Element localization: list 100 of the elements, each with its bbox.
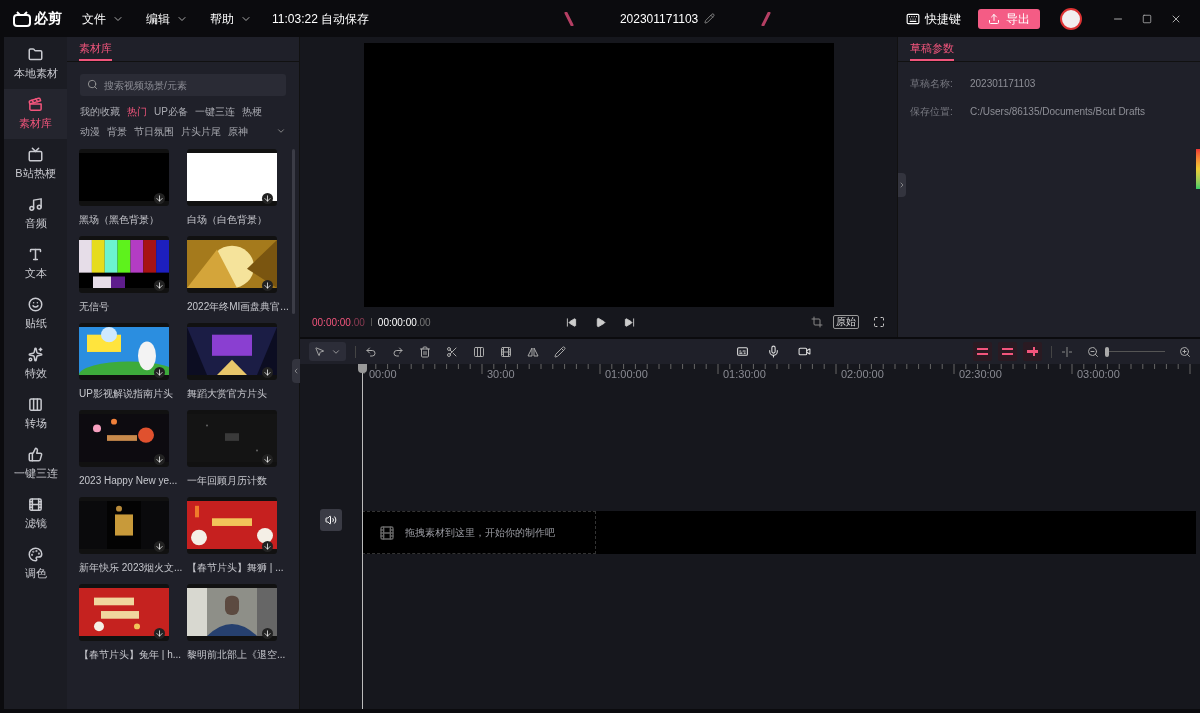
category-tab[interactable]: 原神: [228, 124, 248, 139]
track-tool-button[interactable]: [998, 342, 1017, 361]
text-icon: [28, 246, 43, 262]
pin-icon[interactable]: [554, 345, 566, 358]
camera-icon[interactable]: [798, 345, 811, 358]
next-icon[interactable]: [624, 316, 636, 328]
sparkle-icon: [28, 346, 43, 362]
sidebar-item[interactable]: 本地素材: [4, 39, 67, 89]
category-tab[interactable]: 节日氛围: [134, 124, 174, 139]
redo-icon[interactable]: [392, 345, 404, 358]
replace-icon[interactable]: [500, 345, 512, 358]
sidebar-item[interactable]: 贴纸: [4, 289, 67, 339]
library-tab[interactable]: 素材库: [79, 39, 112, 61]
sticker-icon: [28, 296, 43, 312]
sidebar-item[interactable]: 素材库: [4, 89, 67, 139]
film-reel-icon: [28, 96, 43, 112]
play-icon[interactable]: [595, 316, 607, 328]
menu-button[interactable]: 文件: [82, 9, 124, 28]
item-title: 舞蹈大赏官方片头: [187, 387, 268, 401]
category-tab[interactable]: 我的收藏: [80, 104, 120, 119]
split-icon[interactable]: [473, 345, 485, 358]
download-icon[interactable]: [262, 628, 273, 639]
item-title: 一年回顾月历计数: [187, 474, 268, 488]
ruler-time: 00:00: [368, 367, 398, 382]
item-title: 【春节片头】舞狮 | ...: [187, 561, 285, 575]
slash-decoration-icon: [761, 11, 772, 26]
download-icon[interactable]: [154, 193, 165, 204]
fullscreen-icon[interactable]: [873, 316, 885, 328]
category-tab[interactable]: 热门: [127, 104, 147, 119]
menu-button[interactable]: 帮助: [210, 9, 252, 28]
item-title: 无信号: [79, 300, 110, 314]
item-title: 黑场（黑色背景）: [79, 213, 160, 227]
download-icon[interactable]: [154, 628, 165, 639]
item-title: 【春节片头】兔年 | h...: [79, 648, 183, 662]
ruler-time: 01:30:00: [722, 367, 767, 382]
zoom-in-icon[interactable]: [1179, 345, 1191, 358]
previous-icon[interactable]: [566, 316, 578, 328]
sidebar-item[interactable]: 调色: [4, 539, 67, 589]
sidebar-item[interactable]: B站热梗: [4, 139, 67, 189]
ruler-time: 03:00:00: [1076, 367, 1121, 382]
upload-icon: [988, 12, 1000, 25]
pointer-icon: [314, 346, 325, 357]
ruler-time: 30:00: [486, 367, 516, 382]
edit-icon[interactable]: [704, 13, 716, 24]
ruler-time: 01:00:00: [604, 367, 649, 382]
maximize-icon[interactable]: [1142, 13, 1152, 24]
ratio-button[interactable]: 原始: [833, 315, 859, 329]
download-icon[interactable]: [154, 367, 165, 378]
sidebar-item[interactable]: 特效: [4, 339, 67, 389]
draft-tab[interactable]: 草稿参数: [910, 39, 954, 61]
mirror-icon[interactable]: [527, 345, 539, 358]
download-icon[interactable]: [154, 280, 165, 291]
snap-icon: [1002, 347, 1013, 356]
expand-icon[interactable]: [276, 126, 286, 136]
sidebar-item[interactable]: 滤镜: [4, 489, 67, 539]
sidebar-item[interactable]: 音频: [4, 189, 67, 239]
app-name: 必剪: [34, 9, 62, 28]
delete-icon[interactable]: [419, 345, 431, 358]
transition-icon: [28, 396, 43, 412]
search-field[interactable]: 搜索视频场景/元素: [80, 74, 286, 96]
download-icon[interactable]: [262, 454, 273, 465]
category-tab[interactable]: 热梗: [241, 104, 262, 119]
zoom-out-icon[interactable]: [1087, 345, 1099, 358]
sidebar-item[interactable]: 文本: [4, 239, 67, 289]
autosave-status: 11:03:22 自动保存: [272, 10, 370, 28]
track-tool-button[interactable]: [1023, 342, 1042, 361]
crop-icon[interactable]: [811, 316, 823, 328]
palette-icon: [28, 546, 43, 562]
field-label: 草稿名称:: [910, 77, 954, 91]
download-icon[interactable]: [154, 541, 165, 552]
menu-button[interactable]: 编辑: [146, 9, 188, 28]
collapse-handle[interactable]: [292, 359, 300, 383]
level-meter: [1196, 149, 1200, 189]
collapse-handle[interactable]: [898, 173, 906, 197]
download-icon[interactable]: [262, 193, 273, 204]
sidebar-item[interactable]: 一键三连: [4, 439, 67, 489]
search-icon: [87, 79, 98, 90]
shortcuts-button[interactable]: 快捷键: [906, 9, 961, 28]
category-tab[interactable]: 背景: [107, 124, 127, 139]
text-recognition-icon[interactable]: [736, 345, 749, 358]
download-icon[interactable]: [262, 367, 273, 378]
category-tab[interactable]: 动漫: [80, 124, 100, 139]
microphone-icon[interactable]: [767, 345, 780, 358]
sidebar-item[interactable]: 转场: [4, 389, 67, 439]
track-tool-button[interactable]: [973, 342, 992, 361]
user-avatar[interactable]: [1060, 7, 1082, 30]
category-tab[interactable]: 一键三连: [194, 104, 235, 119]
category-tab[interactable]: UP必备: [154, 104, 188, 119]
download-icon[interactable]: [262, 541, 273, 552]
mute-button[interactable]: [320, 508, 342, 531]
undo-icon[interactable]: [365, 345, 377, 358]
item-title: UP影视解说指南片头: [79, 387, 174, 401]
scissors-icon[interactable]: [446, 345, 458, 358]
tv-icon: [28, 146, 43, 162]
field-label: 保存位置:: [910, 105, 954, 119]
download-icon[interactable]: [262, 280, 273, 291]
download-icon[interactable]: [154, 454, 165, 465]
select-tool-button[interactable]: [309, 342, 346, 361]
zoom-slider-thumb[interactable]: [1105, 346, 1110, 357]
category-tab[interactable]: 片头片尾: [181, 124, 221, 139]
